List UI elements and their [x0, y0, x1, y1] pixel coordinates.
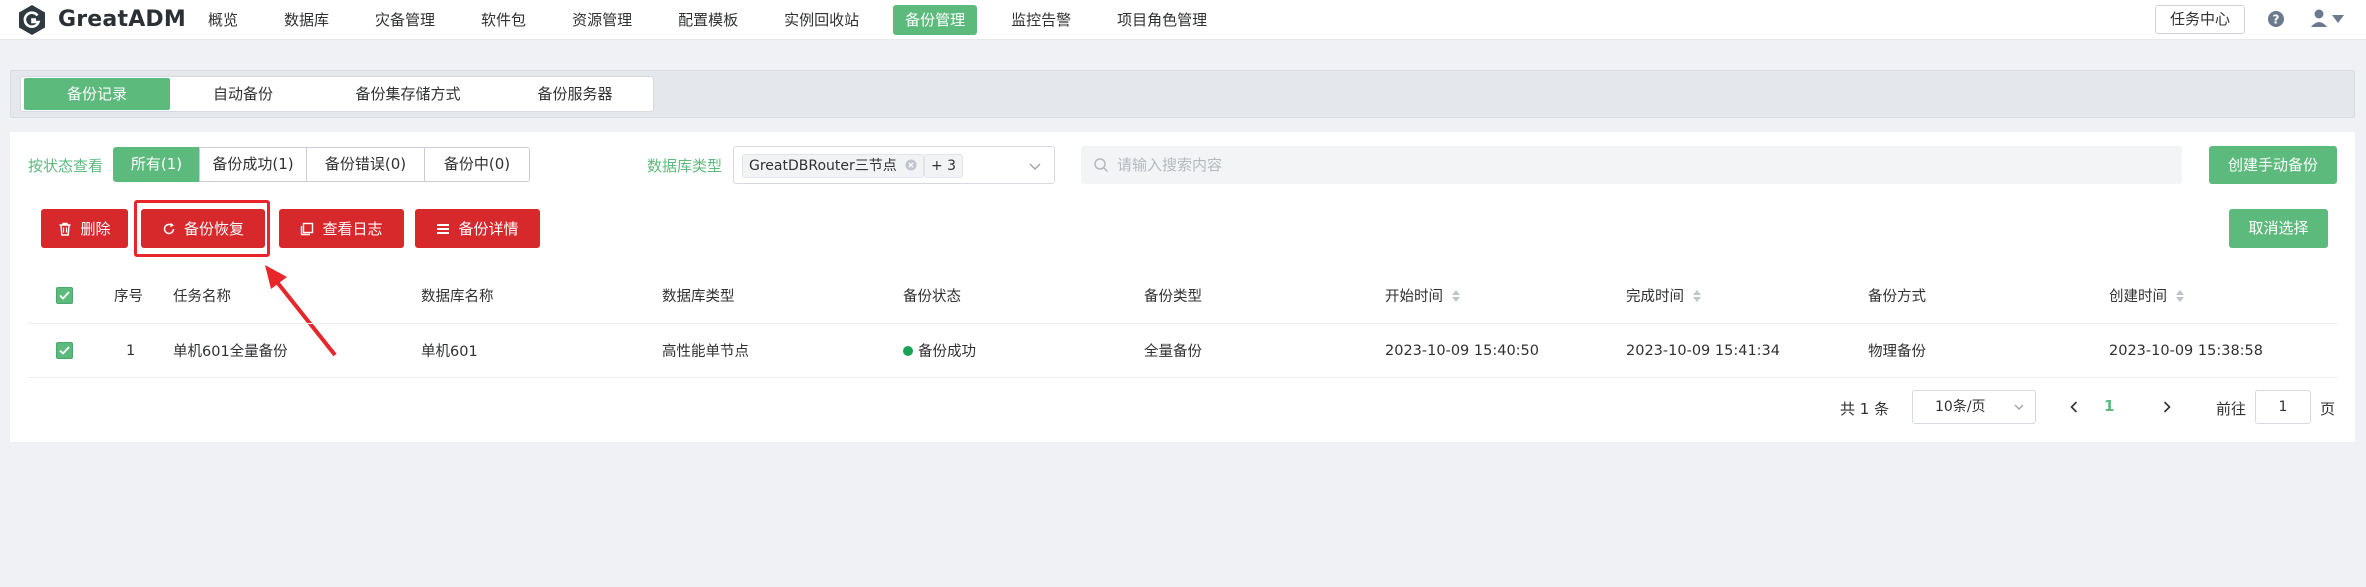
- col-finish-time[interactable]: 完成时间: [1626, 268, 1702, 323]
- sort-icon[interactable]: [1451, 288, 1461, 304]
- goto-page-input[interactable]: 1: [2255, 390, 2311, 424]
- row-backup-type: 全量备份: [1144, 344, 1202, 360]
- prev-page-button[interactable]: [2062, 393, 2086, 421]
- nav-backup-management[interactable]: 备份管理: [893, 4, 978, 35]
- current-page-number[interactable]: 1: [2104, 397, 2114, 415]
- help-icon[interactable]: ?: [2266, 9, 2286, 29]
- logo-icon: [16, 4, 48, 36]
- col-created-time-label: 创建时间: [2109, 289, 2167, 305]
- col-task-name: 任务名称: [173, 289, 231, 305]
- sort-icon[interactable]: [1692, 288, 1702, 304]
- view-log-button[interactable]: 查看日志: [279, 209, 404, 248]
- row-finish-time: 2023-10-09 15:41:34: [1626, 342, 1780, 359]
- row-created-time: 2023-10-09 15:38:58: [2109, 342, 2263, 359]
- row-db-type: 高性能单节点: [662, 344, 749, 360]
- sort-icon[interactable]: [2175, 288, 2185, 304]
- col-backup-type: 备份类型: [1144, 289, 1202, 305]
- row-index: 1: [126, 342, 136, 359]
- nav-resources[interactable]: 资源管理: [560, 5, 644, 35]
- search-box: [1081, 146, 2182, 184]
- tab-backup-records[interactable]: 备份记录: [24, 78, 170, 110]
- status-filter-group: 所有(1) 备份成功(1) 备份错误(0) 备份中(0): [113, 147, 530, 182]
- page-size-select[interactable]: 10条/页: [1912, 390, 2036, 424]
- row-task-name: 单机601全量备份: [173, 344, 288, 360]
- search-input[interactable]: [1117, 146, 2167, 184]
- task-center-button[interactable]: 任务中心: [2155, 5, 2245, 34]
- highlight-annotation: [134, 200, 270, 257]
- list-icon: [437, 223, 450, 234]
- logo[interactable]: GreatADM: [16, 4, 196, 36]
- table-header-row: 序号 任务名称 数据库名称 数据库类型 备份状态 备份类型 开始时间 完成时间 …: [28, 268, 2338, 324]
- backup-details-label: 备份详情: [458, 220, 519, 238]
- nav-overview[interactable]: 概览: [196, 5, 250, 35]
- db-type-tag-label: GreatDBRouter三节点: [749, 158, 897, 174]
- nav-project-roles[interactable]: 项目角色管理: [1105, 5, 1219, 35]
- col-finish-time-label: 完成时间: [1626, 289, 1684, 305]
- row-backup-status: 备份成功: [903, 324, 976, 377]
- col-backup-method: 备份方式: [1868, 289, 1926, 305]
- chevron-down-icon: [1028, 159, 1042, 173]
- table-row[interactable]: 1 单机601全量备份 单机601 高性能单节点 备份成功 全量备份 2023-…: [28, 324, 2338, 378]
- status-dot-icon: [903, 345, 913, 356]
- status-success-button[interactable]: 备份成功(1): [199, 147, 307, 182]
- next-page-button[interactable]: [2155, 393, 2179, 421]
- tag-close-icon[interactable]: [905, 159, 917, 171]
- copy-icon: [301, 222, 314, 235]
- col-db-name: 数据库名称: [421, 289, 494, 305]
- app-name: GreatADM: [58, 7, 186, 32]
- chevron-left-icon: [2070, 401, 2078, 413]
- create-manual-backup-button[interactable]: 创建手动备份: [2209, 146, 2337, 184]
- db-type-more-tag: + 3: [924, 154, 964, 178]
- chevron-right-icon: [2163, 401, 2171, 413]
- row-db-name: 单机601: [421, 344, 478, 360]
- svg-text:?: ?: [2273, 13, 2280, 27]
- top-navbar: GreatADM 概览 数据库 灾备管理 软件包 资源管理 配置模板 实例回收站…: [0, 0, 2366, 40]
- col-db-type: 数据库类型: [662, 289, 735, 305]
- tab-auto-backup[interactable]: 自动备份: [170, 78, 316, 110]
- status-in-progress-button[interactable]: 备份中(0): [424, 147, 530, 182]
- tab-backup-storage[interactable]: 备份集存储方式: [316, 78, 500, 110]
- user-menu-icon[interactable]: [2310, 8, 2350, 30]
- main-nav: 概览 数据库 灾备管理 软件包 资源管理 配置模板 实例回收站 备份管理 监控告…: [196, 0, 1241, 40]
- backup-details-button[interactable]: 备份详情: [415, 209, 540, 248]
- subtab-bar: 备份记录 自动备份 备份集存储方式 备份服务器: [20, 76, 654, 112]
- col-start-time[interactable]: 开始时间: [1385, 268, 1461, 323]
- tab-backup-servers[interactable]: 备份服务器: [500, 78, 650, 110]
- col-backup-status: 备份状态: [903, 289, 961, 305]
- db-type-tag: GreatDBRouter三节点: [742, 154, 925, 178]
- delete-button-label: 删除: [80, 220, 111, 238]
- row-backup-method: 物理备份: [1868, 344, 1926, 360]
- status-all-button[interactable]: 所有(1): [113, 147, 200, 182]
- page-suffix-label: 页: [2320, 400, 2336, 418]
- search-icon: [1093, 157, 1109, 173]
- nav-database[interactable]: 数据库: [272, 5, 341, 35]
- col-created-time[interactable]: 创建时间: [2109, 268, 2185, 323]
- row-start-time: 2023-10-09 15:40:50: [1385, 342, 1539, 359]
- nav-recycle-bin[interactable]: 实例回收站: [772, 5, 871, 35]
- db-type-label: 数据库类型: [647, 157, 723, 175]
- pagination-total: 共 1 条: [1840, 400, 1890, 418]
- row-checkbox[interactable]: [56, 324, 73, 377]
- nav-monitoring[interactable]: 监控告警: [999, 5, 1083, 35]
- col-start-time-label: 开始时间: [1385, 289, 1443, 305]
- page-size-value: 10条/页: [1935, 399, 1986, 415]
- goto-label: 前往: [2216, 400, 2247, 418]
- nav-config-templates[interactable]: 配置模板: [666, 5, 750, 35]
- view-log-label: 查看日志: [322, 220, 383, 238]
- select-all-checkbox[interactable]: [56, 268, 73, 323]
- nav-packages[interactable]: 软件包: [469, 5, 538, 35]
- db-type-select[interactable]: GreatDBRouter三节点 + 3: [733, 146, 1055, 184]
- chevron-down-icon: [2014, 404, 2024, 410]
- row-backup-status-label: 备份成功: [918, 344, 976, 360]
- col-index: 序号: [114, 289, 143, 305]
- cancel-selection-button[interactable]: 取消选择: [2229, 209, 2328, 248]
- nav-disaster-recovery[interactable]: 灾备管理: [363, 5, 447, 35]
- status-filter-label: 按状态查看: [28, 157, 104, 175]
- trash-icon: [59, 222, 71, 236]
- status-error-button[interactable]: 备份错误(0): [306, 147, 425, 182]
- delete-button[interactable]: 删除: [41, 209, 128, 248]
